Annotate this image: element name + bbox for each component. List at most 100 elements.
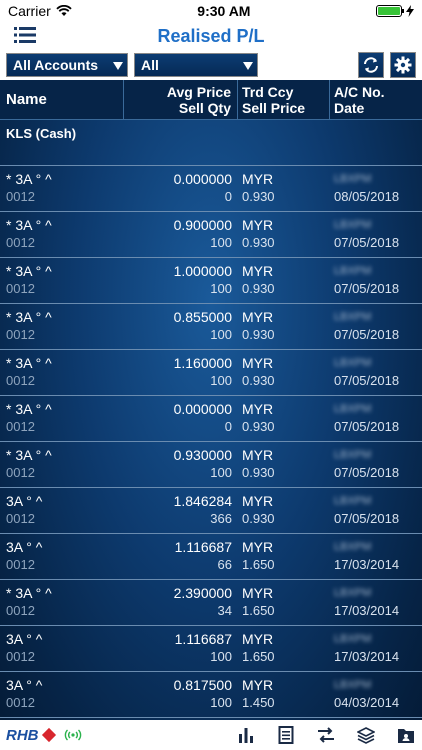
cell-ac: LBXPM 07/05/2018 xyxy=(330,442,422,487)
sell-qty: 100 xyxy=(210,327,232,342)
cell-name: * 3A ° ^ 0012 xyxy=(0,258,124,303)
account-number: LBXPM xyxy=(334,587,372,599)
account-number: LBXPM xyxy=(334,311,372,323)
table-row[interactable]: 3A ° ^ 0012 0.817500 100 MYR 1.450 LBXPM… xyxy=(0,672,422,718)
account-select[interactable]: All Accounts xyxy=(6,53,128,77)
account-number: LBXPM xyxy=(334,495,372,507)
column-sell-qty-label: Sell Qty xyxy=(178,99,231,116)
table-row[interactable]: * 3A ° ^ 0012 0.900000 100 MYR 0.930 LBX… xyxy=(0,212,422,258)
sell-price: 0.930 xyxy=(242,419,275,434)
table-row[interactable]: 3A ° ^ 0012 1.116687 66 MYR 1.650 LBXPM … xyxy=(0,534,422,580)
cell-avg-price: 0.000000 0 xyxy=(124,166,238,211)
avg-price: 0.000000 xyxy=(173,171,232,187)
chart-icon xyxy=(239,728,253,743)
cell-avg-price: 1.116687 100 xyxy=(124,626,238,671)
stock-code: 0012 xyxy=(6,557,35,572)
sell-qty: 66 xyxy=(217,557,232,572)
column-trd-ccy[interactable]: Trd Ccy Sell Price xyxy=(238,80,330,119)
table-row[interactable]: 3A ° ^ 0012 1.846284 366 MYR 0.930 LBXPM… xyxy=(0,488,422,534)
stock-code: 0012 xyxy=(6,281,35,296)
cell-ccy: MYR 0.930 xyxy=(238,166,330,211)
account-number: LBXPM xyxy=(334,357,372,369)
bottom-tab-bar: RHB xyxy=(0,720,422,750)
column-avg-price-label: Avg Price xyxy=(166,83,231,100)
trade-currency: MYR xyxy=(242,171,274,187)
sell-qty: 100 xyxy=(210,695,232,710)
cell-avg-price: 0.855000 100 xyxy=(124,304,238,349)
cell-name: 3A ° ^ 0012 xyxy=(0,626,124,671)
column-trd-ccy-label: Trd Ccy xyxy=(242,83,294,100)
trade-date: 17/03/2014 xyxy=(334,603,400,618)
column-avg-price[interactable]: Avg Price Sell Qty xyxy=(124,80,238,119)
table-row[interactable]: * 3A ° ^ 0012 0.930000 100 MYR 0.930 LBX… xyxy=(0,442,422,488)
refresh-button[interactable] xyxy=(358,52,384,78)
table-row[interactable]: * 3A ° ^ 0012 0.855000 100 MYR 0.930 LBX… xyxy=(0,304,422,350)
table-row[interactable]: * 3A ° ^ 0012 0.000000 0 MYR 0.930 LBXPM… xyxy=(0,396,422,442)
tab-portfolio[interactable] xyxy=(396,725,416,745)
stock-name: * 3A ° ^ xyxy=(6,401,52,417)
tab-chart[interactable] xyxy=(236,725,256,745)
sell-qty: 100 xyxy=(210,373,232,388)
avg-price: 1.000000 xyxy=(173,263,232,279)
avg-price: 0.855000 xyxy=(173,309,232,325)
table-row[interactable]: * 3A ° ^ 0012 0.000000 0 MYR 0.930 LBXPM… xyxy=(0,166,422,212)
trade-date: 07/05/2018 xyxy=(334,419,400,434)
cell-avg-price: 0.000000 0 xyxy=(124,396,238,441)
cell-name: * 3A ° ^ 0012 xyxy=(0,396,124,441)
cell-ac: LBXPM 07/05/2018 xyxy=(330,396,422,441)
sell-price: 1.650 xyxy=(242,649,275,664)
trade-currency: MYR xyxy=(242,677,274,693)
sell-qty: 100 xyxy=(210,649,232,664)
cell-ccy: MYR 0.930 xyxy=(238,396,330,441)
cell-name: * 3A ° ^ 0012 xyxy=(0,166,124,211)
cell-avg-price: 0.900000 100 xyxy=(124,212,238,257)
trade-date: 07/05/2018 xyxy=(334,373,400,388)
trade-currency: MYR xyxy=(242,493,274,509)
stock-name: * 3A ° ^ xyxy=(6,171,52,187)
sell-qty: 100 xyxy=(210,281,232,296)
currency-exchange-icon xyxy=(318,727,334,743)
stock-name: * 3A ° ^ xyxy=(6,355,52,371)
tab-layers[interactable] xyxy=(356,725,376,745)
cell-avg-price: 1.116687 66 xyxy=(124,534,238,579)
cell-ac: LBXPM 07/05/2018 xyxy=(330,350,422,395)
stock-code: 0012 xyxy=(6,511,35,526)
sell-price: 1.650 xyxy=(242,603,275,618)
cell-name: * 3A ° ^ 0012 xyxy=(0,442,124,487)
type-select[interactable]: All xyxy=(134,53,258,77)
stock-name: 3A ° ^ xyxy=(6,539,43,555)
settings-button[interactable] xyxy=(390,52,416,78)
account-select-value: All Accounts xyxy=(13,57,99,73)
cell-name: 3A ° ^ 0012 xyxy=(0,672,124,717)
sell-price: 1.450 xyxy=(242,695,275,710)
cell-name: * 3A ° ^ 0012 xyxy=(0,350,124,395)
cell-ccy: MYR 0.930 xyxy=(238,488,330,533)
trade-list: * 3A ° ^ 0012 0.000000 0 MYR 0.930 LBXPM… xyxy=(0,166,422,718)
column-ac-no[interactable]: A/C No. Date xyxy=(330,80,422,119)
trade-currency: MYR xyxy=(242,355,274,371)
table-row[interactable]: * 3A ° ^ 0012 2.390000 34 MYR 1.650 LBXP… xyxy=(0,580,422,626)
column-name[interactable]: Name xyxy=(0,80,124,119)
cell-ac: LBXPM 07/05/2018 xyxy=(330,212,422,257)
rhb-logo: RHB xyxy=(6,727,56,744)
stock-name: 3A ° ^ xyxy=(6,493,43,509)
sell-price: 0.930 xyxy=(242,189,275,204)
cell-avg-price: 0.930000 100 xyxy=(124,442,238,487)
table-row[interactable]: * 3A ° ^ 0012 1.160000 100 MYR 0.930 LBX… xyxy=(0,350,422,396)
sell-qty: 366 xyxy=(210,511,232,526)
cell-ac: LBXPM 07/05/2018 xyxy=(330,488,422,533)
tab-orders[interactable] xyxy=(276,725,296,745)
sell-price: 0.930 xyxy=(242,373,275,388)
sell-price: 1.650 xyxy=(242,557,275,572)
tab-exchange[interactable] xyxy=(316,725,336,745)
cell-avg-price: 2.390000 34 xyxy=(124,580,238,625)
sell-price: 0.930 xyxy=(242,235,275,250)
menu-icon[interactable] xyxy=(14,26,36,44)
cell-name: * 3A ° ^ 0012 xyxy=(0,212,124,257)
trade-date: 17/03/2014 xyxy=(334,557,400,572)
table-row[interactable]: 3A ° ^ 0012 1.116687 100 MYR 1.650 LBXPM… xyxy=(0,626,422,672)
page-title: Realised P/L xyxy=(157,25,265,46)
table-row[interactable]: * 3A ° ^ 0012 1.000000 100 MYR 0.930 LBX… xyxy=(0,258,422,304)
cell-ac: LBXPM 17/03/2014 xyxy=(330,534,422,579)
stock-code: 0012 xyxy=(6,465,35,480)
